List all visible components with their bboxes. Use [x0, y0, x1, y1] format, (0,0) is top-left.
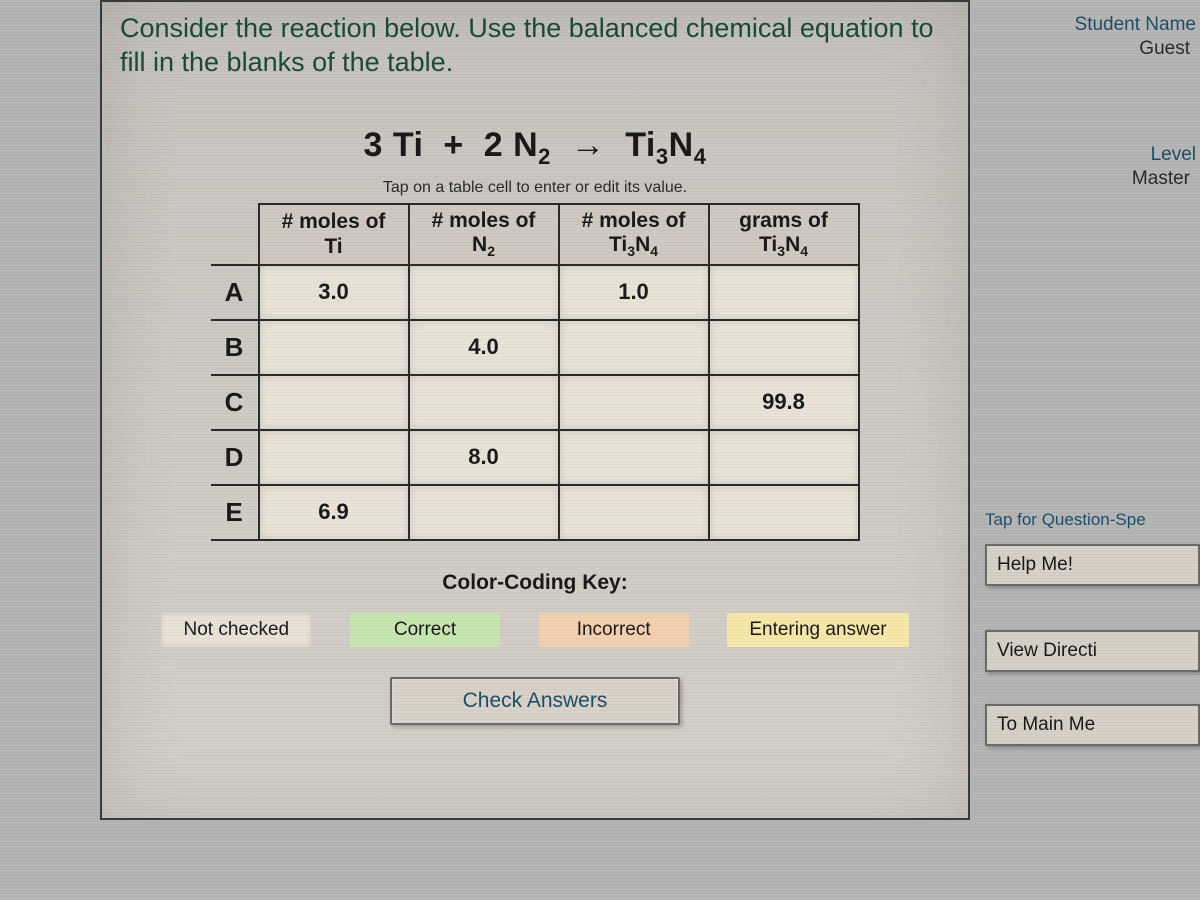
row-label: A — [211, 265, 259, 320]
cell-d-ti[interactable] — [259, 430, 409, 485]
coef-1: 3 — [364, 126, 383, 164]
question-panel: Consider the reaction below. Use the bal… — [100, 0, 970, 820]
cell-d-ti3n4[interactable] — [559, 430, 709, 485]
cell-b-n2[interactable]: 4.0 — [409, 320, 559, 375]
student-name-value: Guest — [985, 38, 1200, 60]
header-moles-ti3n4: # moles ofTi3N4 — [559, 204, 709, 264]
swatch-incorrect: Incorrect — [539, 613, 689, 647]
row-label: D — [211, 430, 259, 485]
row-label: B — [211, 320, 259, 375]
header-moles-ti: # moles ofTi — [259, 204, 409, 264]
cell-a-n2[interactable] — [409, 265, 559, 320]
cell-c-ti[interactable] — [259, 375, 409, 430]
prompt-text: Consider the reaction below. Use the bal… — [102, 2, 968, 86]
cell-c-ti3n4[interactable] — [559, 375, 709, 430]
header-blank — [211, 204, 259, 264]
cell-e-n2[interactable] — [409, 485, 559, 540]
arrow-icon: → — [571, 126, 606, 164]
cell-b-ti[interactable] — [259, 320, 409, 375]
plus-sign: + — [443, 126, 463, 164]
cell-d-n2[interactable]: 8.0 — [409, 430, 559, 485]
cell-e-ti3n4[interactable] — [559, 485, 709, 540]
table-row: C 99.8 — [211, 375, 859, 430]
cell-a-ti3n4[interactable]: 1.0 — [559, 265, 709, 320]
student-name-label: Student Name — [985, 14, 1200, 36]
cell-e-ti[interactable]: 6.9 — [259, 485, 409, 540]
cell-c-grams[interactable]: 99.8 — [709, 375, 859, 430]
color-key-title: Color-Coding Key: — [102, 571, 968, 595]
question-specific-hint: Tap for Question-Spe — [985, 510, 1200, 530]
level-label: Level — [985, 144, 1200, 166]
species-ti3n4: Ti3N4 — [625, 126, 706, 164]
color-key-row: Not checked Correct Incorrect Entering a… — [142, 613, 928, 647]
table-row: E 6.9 — [211, 485, 859, 540]
coef-2: 2 — [484, 126, 503, 164]
level-value: Master — [985, 168, 1200, 190]
swatch-correct: Correct — [350, 613, 500, 647]
table-row: A 3.0 1.0 — [211, 265, 859, 320]
header-moles-n2: # moles ofN2 — [409, 204, 559, 264]
help-me-button[interactable]: Help Me! — [985, 544, 1200, 586]
table-row: D 8.0 — [211, 430, 859, 485]
table-row: B 4.0 — [211, 320, 859, 375]
species-n2: N2 — [513, 126, 551, 164]
cell-c-n2[interactable] — [409, 375, 559, 430]
cell-d-grams[interactable] — [709, 430, 859, 485]
swatch-entering: Entering answer — [727, 613, 908, 647]
row-label: E — [211, 485, 259, 540]
moles-table: # moles ofTi # moles ofN2 # moles ofTi3N… — [211, 203, 860, 540]
header-grams-ti3n4: grams ofTi3N4 — [709, 204, 859, 264]
to-main-menu-button[interactable]: To Main Me — [985, 704, 1200, 746]
cell-b-grams[interactable] — [709, 320, 859, 375]
species-ti: Ti — [393, 126, 424, 164]
view-directions-button[interactable]: View Directi — [985, 630, 1200, 672]
cell-a-ti[interactable]: 3.0 — [259, 265, 409, 320]
cell-a-grams[interactable] — [709, 265, 859, 320]
swatch-not-checked: Not checked — [161, 613, 311, 647]
tap-hint: Tap on a table cell to enter or edit its… — [102, 179, 968, 197]
check-answers-button[interactable]: Check Answers — [390, 677, 680, 725]
row-label: C — [211, 375, 259, 430]
cell-b-ti3n4[interactable] — [559, 320, 709, 375]
cell-e-grams[interactable] — [709, 485, 859, 540]
sidebar: Student Name Guest Level Master Tap for … — [985, 0, 1200, 900]
chemical-equation: 3 Ti + 2 N2 → Ti3N4 — [102, 126, 968, 170]
